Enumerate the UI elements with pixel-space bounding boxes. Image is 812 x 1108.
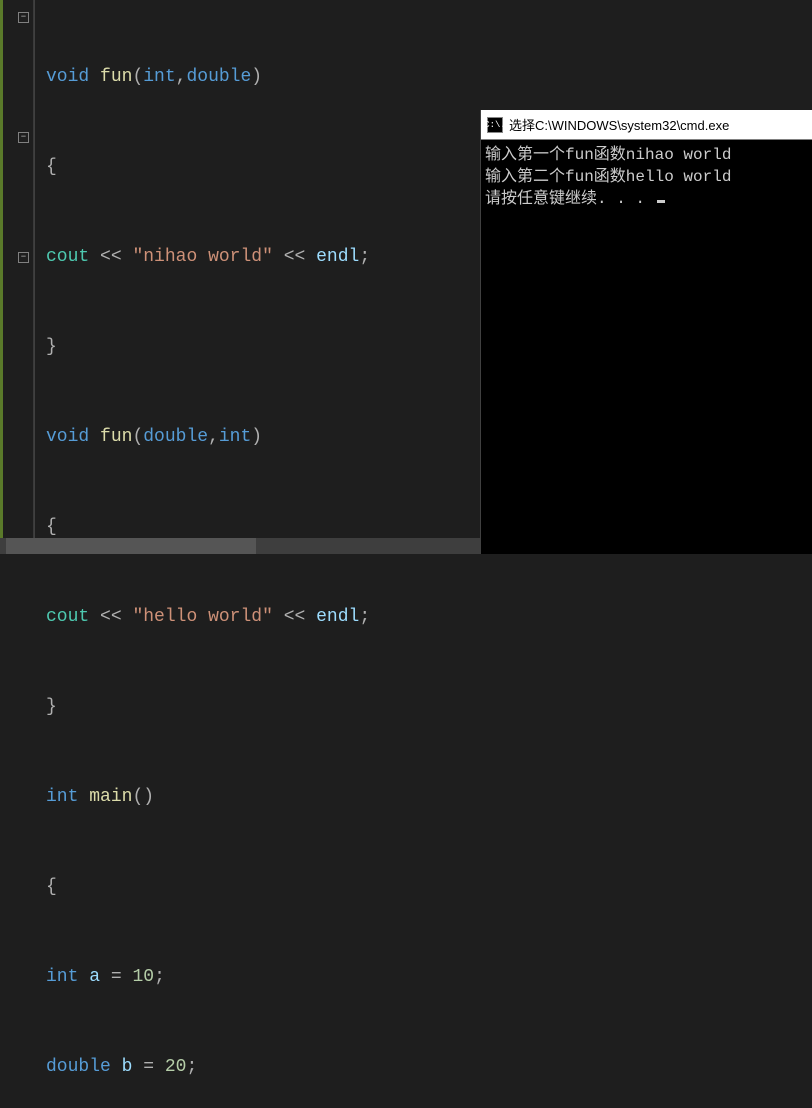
- code-line[interactable]: cout << "hello world" << endl;: [42, 602, 812, 632]
- code-line[interactable]: }: [42, 692, 812, 722]
- output-line: 输入第二个fun函数hello world: [485, 168, 731, 186]
- console-title: 选择C:\WINDOWS\system32\cmd.exe: [509, 115, 729, 134]
- fold-toggle[interactable]: −: [18, 132, 29, 143]
- console-titlebar[interactable]: C:\. 选择C:\WINDOWS\system32\cmd.exe: [481, 110, 812, 140]
- text-cursor: [657, 200, 665, 203]
- code-line[interactable]: double b = 20;: [42, 1052, 812, 1082]
- code-line[interactable]: void fun(int,double): [42, 62, 812, 92]
- cmd-icon: C:\.: [487, 117, 503, 133]
- output-line: 请按任意键继续. . .: [485, 190, 655, 208]
- scrollbar-thumb[interactable]: [6, 538, 256, 554]
- code-line[interactable]: int main(): [42, 782, 812, 812]
- output-line: 输入第一个fun函数nihao world: [485, 146, 731, 164]
- fold-toggle[interactable]: −: [18, 252, 29, 263]
- fold-toggle[interactable]: −: [18, 12, 29, 23]
- console-window: C:\. 选择C:\WINDOWS\system32\cmd.exe 输入第一个…: [480, 110, 812, 554]
- code-line[interactable]: int a = 10;: [42, 962, 812, 992]
- horizontal-scrollbar[interactable]: [0, 538, 480, 554]
- fold-gutter: − − −: [0, 0, 34, 554]
- indent-guide: [34, 0, 42, 554]
- code-line[interactable]: {: [42, 872, 812, 902]
- console-output[interactable]: 输入第一个fun函数nihao world 输入第二个fun函数hello wo…: [481, 140, 812, 214]
